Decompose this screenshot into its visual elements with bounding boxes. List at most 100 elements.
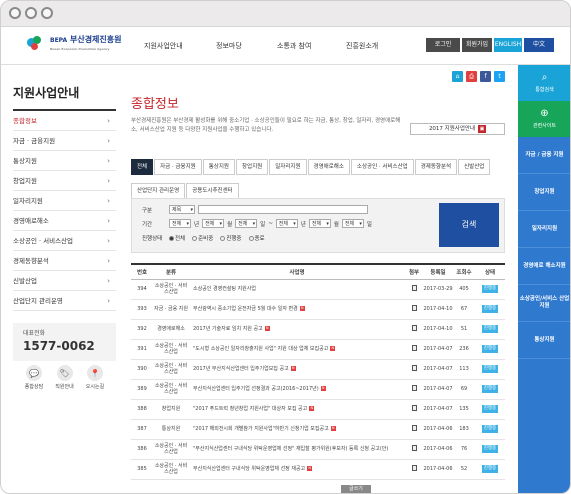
row-attach[interactable]	[405, 279, 423, 300]
tab-startup[interactable]: 창업지원	[235, 159, 269, 175]
row-attach[interactable]	[405, 379, 423, 400]
row-attach[interactable]	[405, 299, 423, 320]
row-attach[interactable]	[405, 339, 423, 360]
tab-management[interactable]: 경영애로해소	[307, 159, 350, 175]
start-month-select[interactable]: 전체	[202, 219, 225, 228]
start-day-select[interactable]: 전체	[235, 219, 258, 228]
write-button[interactable]: 글쓰기	[341, 485, 371, 493]
tab-footwear[interactable]: 신발산업	[458, 159, 491, 175]
new-badge-icon: N	[330, 346, 336, 351]
lnb-item-management[interactable]: 경영애로해소 ›	[13, 211, 116, 231]
end-day-select[interactable]: 전체	[341, 219, 364, 228]
pdf-download-button[interactable]: 2017 지원사업안내 ▣	[410, 123, 505, 135]
signup-button[interactable]: 회원가입	[462, 38, 492, 52]
site-logo[interactable]: BEPA 부산경제진흥원 Busan Economic Promotion Ag…	[27, 35, 122, 54]
row-title[interactable]: 소상공인 경영컨설팅 지원사업	[189, 279, 405, 300]
row-title[interactable]: "2017 푸드트럭 청년창업 지원사업" 대상자 모집 공고 N	[189, 399, 405, 420]
tab-urban-center[interactable]: 공용도시추진센터	[186, 183, 239, 199]
gnb-item[interactable]: 정보마당	[216, 41, 242, 51]
end-month-select[interactable]: 전체	[308, 219, 331, 228]
window-dot-icon[interactable]	[9, 7, 21, 19]
row-attach[interactable]	[405, 399, 423, 420]
lnb-item-industrial[interactable]: 산업단지 관리운영 ›	[13, 291, 116, 311]
search-button[interactable]: 검색	[439, 203, 499, 247]
attachment-icon	[411, 365, 417, 371]
table-row[interactable]: 394 소상공인 · 서비스산업 소상공인 경영컨설팅 지원사업 2017-03-29…	[131, 279, 505, 300]
state-radio-closed[interactable]: 종료	[248, 234, 265, 242]
login-button[interactable]: 로그인	[426, 38, 460, 52]
table-row[interactable]: 385 소상공인 · 서비스산업 부산지식산업센터 구내식당 위탁운영업체 선정 재…	[131, 459, 505, 480]
quick-directions[interactable]: 📍 오시는길	[82, 365, 108, 390]
table-row[interactable]: 391 소상공인 · 서비스산업 "도시형 소상공인 일자리창출지원 사업" 지원 …	[131, 339, 505, 360]
row-attach[interactable]	[405, 419, 423, 440]
state-radio-all[interactable]: 전체	[169, 234, 185, 242]
table-row[interactable]: 390 소상공인 · 서비스산업 2017년 부산지식산업센터 입주기업모집 공고 N…	[131, 359, 505, 380]
table-row[interactable]: 388 창업지원 "2017 푸드트럭 청년창업 지원사업" 대상자 모집 공고 N 2…	[131, 399, 505, 420]
lnb-item-finance[interactable]: 자금 · 금융지원 ›	[13, 131, 116, 151]
lnb-label: 창업지원	[13, 177, 37, 185]
side-search[interactable]: ⌕ 통합검색	[518, 65, 570, 101]
tab-industrial[interactable]: 산업단지 관리운영	[131, 183, 186, 199]
tab-small-business[interactable]: 소상공인 · 서비스산업	[350, 159, 414, 175]
gnb-item[interactable]: 소통과 참여	[277, 41, 311, 51]
table-row[interactable]: 392 경영애로해소 2017년 기술자료 임치 지원 공고 N 2017-04-10 5…	[131, 319, 505, 340]
state-radio-active[interactable]: 진행중	[220, 234, 242, 242]
side-item-startup[interactable]: 창업지원	[518, 174, 570, 211]
tab-economy[interactable]: 경제동향분석	[414, 159, 458, 175]
row-title[interactable]: 2017년 부산지식산업센터 입주기업모집 공고 N	[189, 359, 405, 380]
row-date: 2017-04-06	[423, 459, 453, 480]
quick-consult[interactable]: 💬 종합상담	[21, 365, 47, 390]
side-item-jobs[interactable]: 일자리지원	[518, 211, 570, 248]
english-button[interactable]: ENGLISH	[494, 38, 522, 52]
print-icon[interactable]: ⎙	[466, 71, 477, 82]
row-attach[interactable]	[405, 439, 423, 460]
gnb-item[interactable]: 지원사업안내	[144, 41, 183, 51]
lnb-item-footwear[interactable]: 신발산업 ›	[13, 271, 116, 291]
tab-jobs[interactable]: 일자리지원	[269, 159, 307, 175]
row-category: 소상공인 · 서비스산업	[153, 379, 189, 400]
side-item-finance[interactable]: 자금 / 금융 지원	[518, 137, 570, 174]
lnb-item-small-business[interactable]: 소상공인 · 서비스산업 ›	[13, 231, 116, 251]
table-row[interactable]: 387 통상지원 "2017 해외전시회 개별참가 지원사업"하반기 신청기업 모집…	[131, 419, 505, 440]
row-attach[interactable]	[405, 359, 423, 380]
tab-trade[interactable]: 통상지원	[202, 159, 235, 175]
row-attach[interactable]	[405, 459, 423, 480]
side-sites[interactable]: ⊕ 관련사이트	[518, 101, 570, 137]
lnb-item-trade[interactable]: 통상지원 ›	[13, 151, 116, 171]
keyword-input[interactable]	[198, 205, 368, 214]
row-title[interactable]: "부산지식산업센터 구내식당 위탁운영업체 선정" 재입찰 평가위원(후보자) …	[189, 439, 405, 460]
tab-finance[interactable]: 자금 · 금융지원	[154, 159, 202, 175]
tab-all[interactable]: 전체	[131, 159, 154, 175]
twitter-icon[interactable]: t	[494, 71, 505, 82]
lnb-item-economy[interactable]: 경제동향분석 ›	[13, 251, 116, 271]
state-radio-ready[interactable]: 준비중	[192, 234, 213, 242]
status-badge: 진행중	[481, 445, 499, 453]
lnb-item-overview[interactable]: 종합정보 ›	[13, 111, 116, 131]
quick-staff[interactable]: 🏷 직원안내	[52, 365, 78, 390]
row-attach[interactable]	[405, 319, 423, 340]
facebook-icon[interactable]: f	[480, 71, 491, 82]
window-dot-icon[interactable]	[41, 7, 53, 19]
window-dot-icon[interactable]	[25, 7, 37, 19]
end-year-select[interactable]: 전체	[275, 219, 298, 228]
table-row[interactable]: 389 소상공인 · 서비스산업 부산지식산업센터 입주기업 선정결과 공고(201…	[131, 379, 505, 400]
side-item-trade[interactable]: 통상지원	[518, 322, 570, 359]
side-item-small-business[interactable]: 소상공인/서비스 산업지원	[518, 285, 570, 322]
row-title[interactable]: 부산광역시 중소기업 운전자금 5월 대수 일자 변경 N	[189, 299, 405, 320]
row-title[interactable]: 부산지식산업센터 입주기업 선정결과 공고(2016~2017년) N	[189, 379, 405, 400]
lnb-item-jobs[interactable]: 일자리지원 ›	[13, 191, 116, 211]
home-icon[interactable]: ⌂	[452, 71, 463, 82]
side-item-management[interactable]: 경영애로 해소지원	[518, 248, 570, 285]
gnb-item[interactable]: 진흥원소개	[346, 41, 378, 51]
type-select[interactable]: 제목	[169, 205, 195, 214]
row-title[interactable]: "도시형 소상공인 일자리창출지원 사업" 지원 대상 업체 모집공고 N	[189, 339, 405, 360]
row-title[interactable]: 부산지식산업센터 구내식당 위탁운영업체 선정 재공고 N	[189, 459, 405, 480]
map-pin-icon: 📍	[87, 365, 103, 381]
start-year-select[interactable]: 전체	[169, 219, 191, 228]
table-row[interactable]: 393 자금 · 금융 지원 부산광역시 중소기업 운전자금 5월 대수 일자 변경…	[131, 299, 505, 320]
row-title[interactable]: "2017 해외전시회 개별참가 지원사업"하반기 신청기업 모집공고 N	[189, 419, 405, 440]
lnb-item-startup[interactable]: 창업지원 ›	[13, 171, 116, 191]
table-row[interactable]: 386 소상공인 · 서비스산업 "부산지식산업센터 구내식당 위탁운영업체 선정"…	[131, 439, 505, 460]
chinese-button[interactable]: 中文	[524, 38, 554, 52]
row-title[interactable]: 2017년 기술자료 임치 지원 공고 N	[189, 319, 405, 340]
